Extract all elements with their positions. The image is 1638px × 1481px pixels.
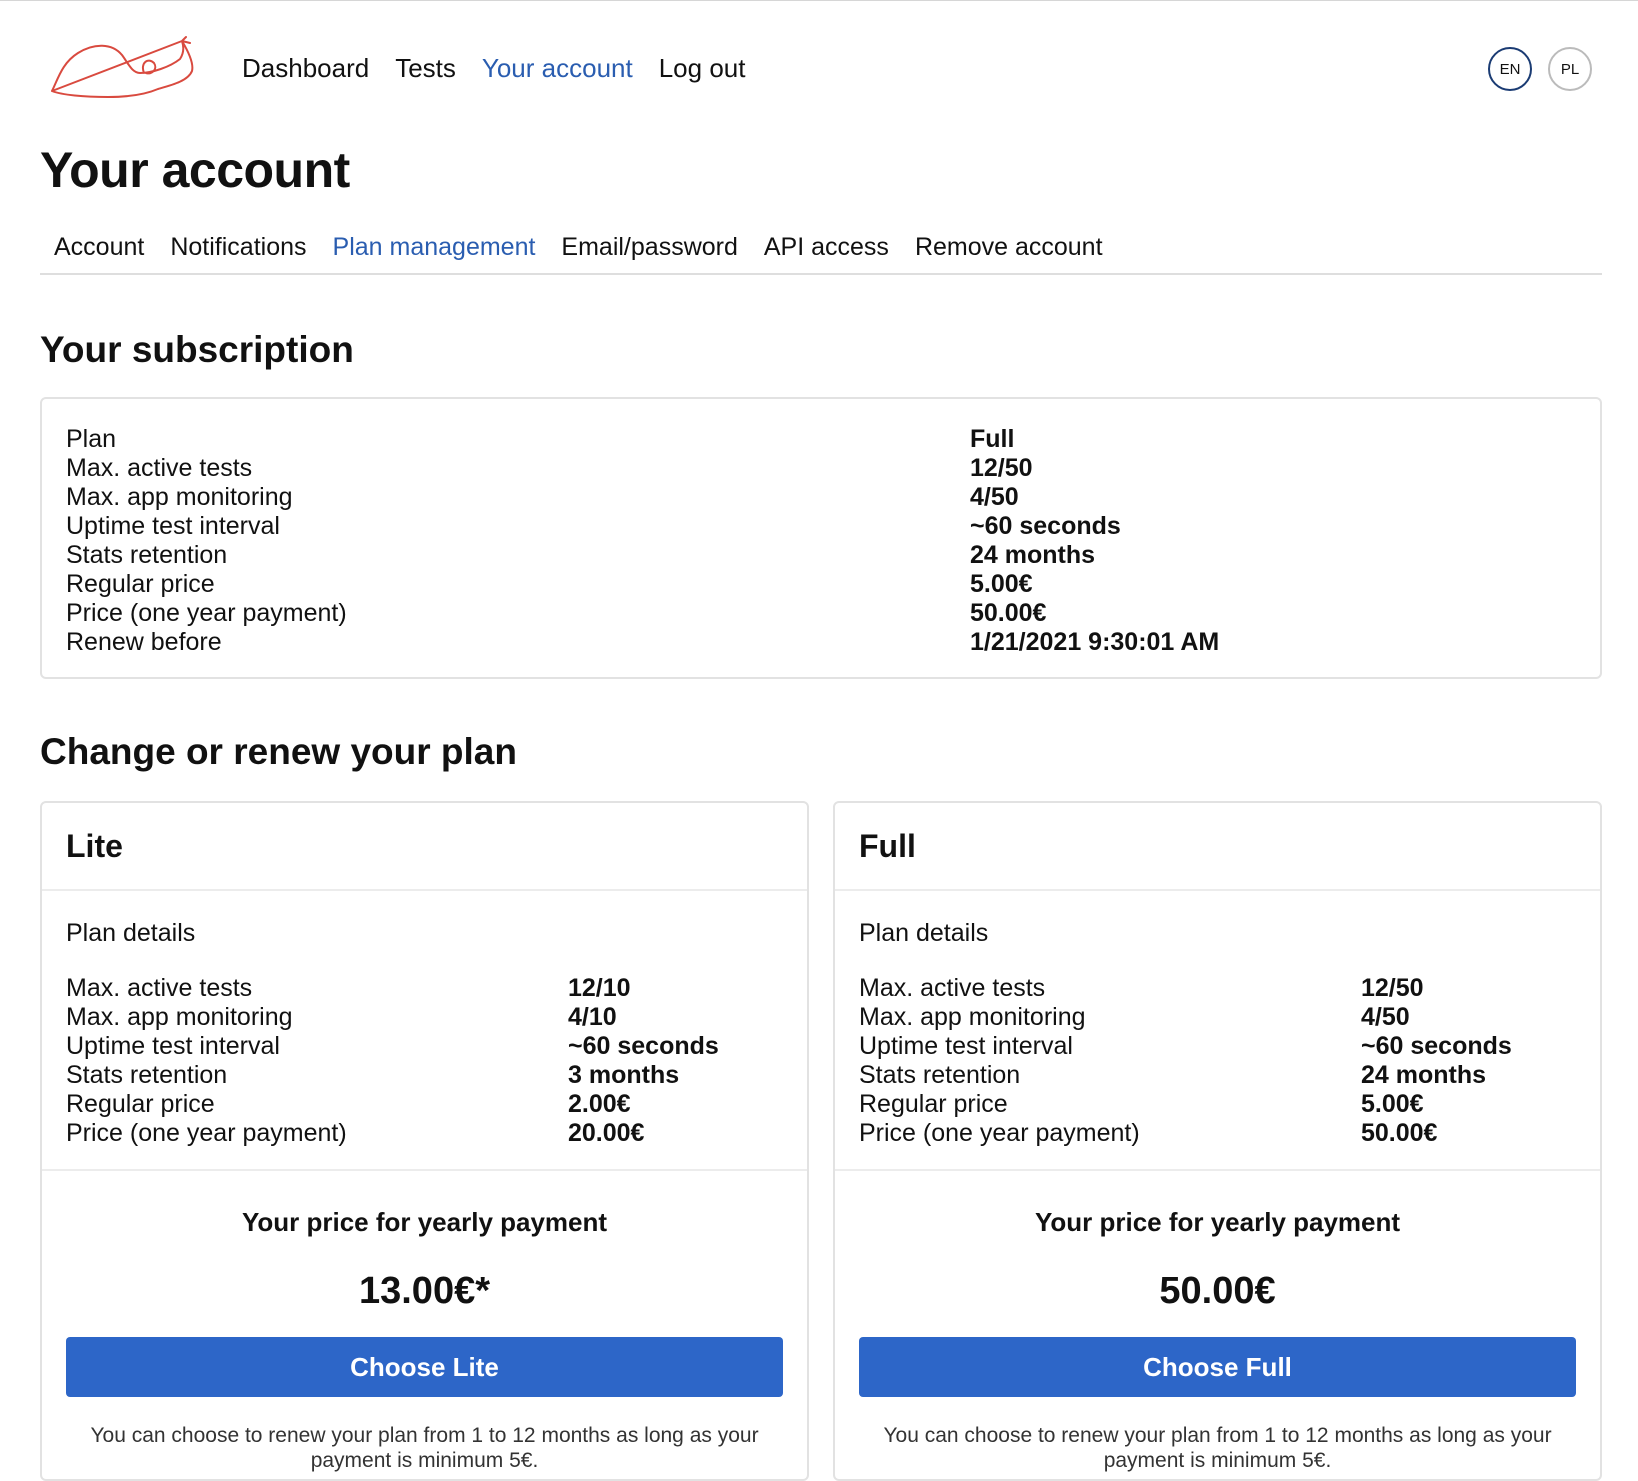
row-value: 5.00€: [1361, 1090, 1424, 1118]
tab-remove-account[interactable]: Remove account: [915, 233, 1103, 273]
nav-log-out[interactable]: Log out: [659, 53, 746, 84]
row-value: 20.00€: [568, 1119, 645, 1147]
row-label: Regular price: [859, 1090, 1008, 1118]
change-plan-heading: Change or renew your plan: [40, 731, 517, 772]
choose-full-button[interactable]: Choose Full: [859, 1337, 1576, 1397]
choose-lite-button[interactable]: Choose Lite: [66, 1337, 783, 1397]
row-value: 12/50: [970, 454, 1033, 482]
row-label: Price (one year payment): [859, 1119, 1140, 1147]
yearly-price: 50.00€: [1159, 1270, 1276, 1312]
plan-card-lite: Lite Plan details Max. active tests 12/1…: [40, 801, 809, 1481]
row-value: Full: [970, 425, 1015, 453]
row-value: 5.00€: [970, 570, 1033, 598]
language-switcher: EN PL: [1488, 47, 1592, 91]
plan-card-full: Full Plan details Max. active tests 12/5…: [833, 801, 1602, 1481]
plan-footer: Your price for yearly payment 50.00€ Cho…: [835, 1207, 1600, 1473]
tab-notifications[interactable]: Notifications: [170, 233, 306, 273]
row-value: ~60 seconds: [1361, 1032, 1512, 1060]
page-title: Your account: [40, 142, 350, 198]
plan-name: Full: [835, 803, 1600, 891]
row-label: Stats retention: [66, 541, 228, 569]
plan-cards: Lite Plan details Max. active tests 12/1…: [40, 801, 1602, 1481]
row-value: 24 months: [970, 541, 1096, 569]
row-label: Uptime test interval: [66, 512, 280, 540]
row-label: Max. app monitoring: [859, 1003, 1086, 1031]
plan-details-label: Plan details: [859, 919, 989, 947]
account-tabs: Account Notifications Plan management Em…: [40, 233, 1602, 275]
row-value: 3 months: [568, 1061, 680, 1089]
tab-account[interactable]: Account: [54, 233, 144, 273]
row-value: ~60 seconds: [568, 1032, 719, 1060]
subscription-heading: Your subscription: [40, 329, 354, 370]
row-value: 2.00€: [568, 1090, 631, 1118]
plan-name: Lite: [42, 803, 807, 891]
row-value: 4/50: [1361, 1003, 1410, 1031]
subscription-box: Plan Full Max. active tests 12/50 Max. a…: [40, 397, 1602, 679]
row-value: ~60 seconds: [970, 512, 1121, 540]
row-label: Max. app monitoring: [66, 1003, 293, 1031]
row-label: Plan: [66, 425, 117, 453]
tab-plan-management[interactable]: Plan management: [333, 233, 536, 273]
row-value: 50.00€: [1361, 1119, 1438, 1147]
row-value: 12/50: [1361, 974, 1424, 1002]
row-value: 4/50: [970, 483, 1019, 511]
header: Dashboard Tests Your account Log out EN …: [40, 1, 1602, 121]
yearly-price-label: Your price for yearly payment: [241, 1207, 608, 1237]
row-value: 50.00€: [970, 599, 1047, 627]
row-label: Uptime test interval: [66, 1032, 280, 1060]
plan-details-list: Max. active tests 12/10 Max. app monitor…: [66, 974, 783, 1148]
row-label: Stats retention: [66, 1061, 228, 1089]
row-label: Regular price: [66, 570, 215, 598]
row-value: 24 months: [1361, 1061, 1487, 1089]
plan-footer: Your price for yearly payment 13.00€* Ch…: [42, 1207, 807, 1473]
nav-dashboard[interactable]: Dashboard: [242, 53, 369, 84]
row-label: Renew before: [66, 628, 222, 656]
top-nav: Dashboard Tests Your account Log out: [242, 53, 745, 84]
snail-logo-icon[interactable]: [48, 33, 198, 101]
yearly-price: 13.00€*: [358, 1270, 490, 1312]
tab-email-password[interactable]: Email/password: [561, 233, 737, 273]
row-label: Max. active tests: [859, 974, 1046, 1002]
row-label: Price (one year payment): [66, 599, 347, 627]
plan-details-list: Max. active tests 12/50 Max. app monitor…: [859, 974, 1576, 1148]
row-value: 4/10: [568, 1003, 617, 1031]
row-label: Max. active tests: [66, 974, 253, 1002]
nav-tests[interactable]: Tests: [395, 53, 456, 84]
nav-your-account[interactable]: Your account: [482, 53, 633, 84]
row-label: Regular price: [66, 1090, 215, 1118]
tab-api-access[interactable]: API access: [764, 233, 889, 273]
row-value: 1/21/2021 9:30:01 AM: [970, 628, 1220, 656]
row-label: Price (one year payment): [66, 1119, 347, 1147]
lang-en-button[interactable]: EN: [1488, 47, 1532, 91]
row-label: Uptime test interval: [859, 1032, 1073, 1060]
subscription-details: Plan Full Max. active tests 12/50 Max. a…: [66, 425, 1576, 657]
yearly-price-label: Your price for yearly payment: [1034, 1207, 1401, 1237]
row-label: Max. app monitoring: [66, 483, 293, 511]
row-value: 12/10: [568, 974, 631, 1002]
plan-details: Plan details Max. active tests 12/10 Max…: [42, 891, 807, 1171]
plan-details-label: Plan details: [66, 919, 196, 947]
row-label: Stats retention: [859, 1061, 1021, 1089]
lang-pl-button[interactable]: PL: [1548, 47, 1592, 91]
row-label: Max. active tests: [66, 454, 253, 482]
plan-details: Plan details Max. active tests 12/50 Max…: [835, 891, 1600, 1171]
